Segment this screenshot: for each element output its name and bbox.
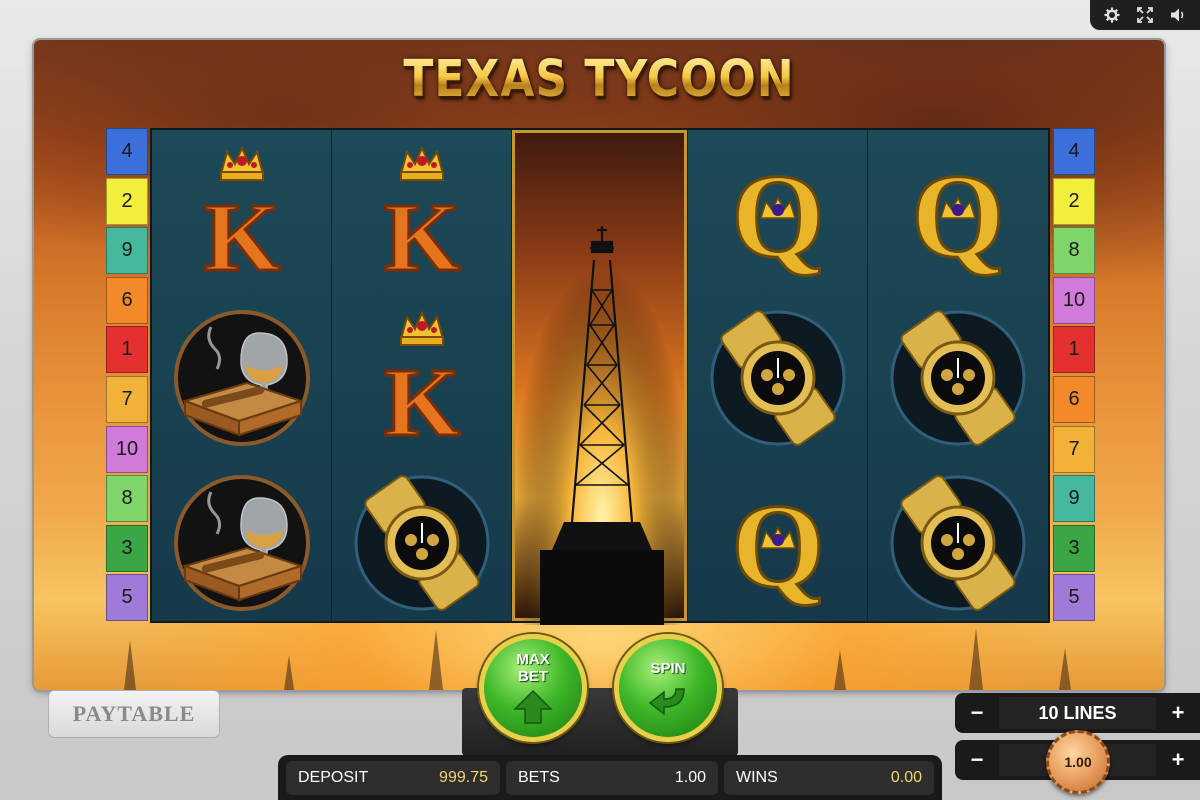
payline-indicator[interactable]: 1 <box>1053 326 1095 374</box>
queen-symbol: Q <box>688 130 868 295</box>
payline-indicator[interactable]: 3 <box>106 524 148 572</box>
payline-indicator[interactable]: 3 <box>1053 524 1095 572</box>
payline-indicators-right: 4 2 8 10 1 6 7 9 3 5 <box>1053 128 1095 624</box>
svg-text:K: K <box>384 349 460 453</box>
payline-indicator[interactable]: 1 <box>106 326 148 374</box>
max-bet-label: MAX BET <box>516 651 550 685</box>
payline-indicator[interactable]: 10 <box>106 425 148 473</box>
gold-watch-symbol <box>868 460 1048 625</box>
wins-value: 0.00 <box>890 768 922 786</box>
payline-indicators-left: 4 2 9 6 1 7 10 8 3 5 <box>106 128 148 624</box>
spin-arrow-icon <box>648 687 685 716</box>
gold-watch-symbol <box>332 460 512 625</box>
payline-indicator[interactable]: 4 <box>1053 128 1095 175</box>
arrow-up-icon <box>513 689 553 724</box>
max-bet-button[interactable]: MAX BET <box>479 634 587 742</box>
bets-value: 1.00 <box>674 768 706 786</box>
reel-5: Q <box>868 130 1048 621</box>
gold-watch-symbol <box>868 295 1048 460</box>
payline-indicator[interactable]: 9 <box>1053 475 1095 523</box>
cigar-cognac-symbol <box>152 295 332 460</box>
reel-2: KK <box>332 130 512 621</box>
reel-4: QQ <box>688 130 868 621</box>
fullscreen-button[interactable] <box>1133 4 1157 26</box>
payline-indicator[interactable]: 2 <box>106 177 148 225</box>
reel-3 <box>512 130 692 625</box>
payline-indicator[interactable]: 10 <box>1053 276 1095 324</box>
deposit-label: DEPOSIT <box>298 768 369 786</box>
reel-1: K <box>152 130 332 621</box>
paytable-button[interactable]: PAYTABLE <box>48 690 220 738</box>
wins-label: WINS <box>735 768 778 786</box>
gear-icon <box>1104 7 1120 23</box>
payline-indicator[interactable]: 5 <box>106 574 148 622</box>
payline-indicator[interactable]: 8 <box>1053 227 1095 275</box>
background-derricks <box>124 628 1071 690</box>
payline-indicator[interactable]: 4 <box>106 128 148 175</box>
sound-button[interactable] <box>1166 4 1190 26</box>
payline-indicator[interactable]: 2 <box>1053 177 1095 225</box>
lines-decrease-button[interactable]: − <box>955 693 999 733</box>
bets-label: BETS <box>517 768 560 786</box>
spin-label: SPIN <box>650 659 686 677</box>
deposit-display: DEPOSIT 999.75 <box>286 760 500 795</box>
king-symbol: K <box>332 295 512 460</box>
payline-indicator[interactable]: 5 <box>1053 574 1095 622</box>
payline-indicator[interactable]: 9 <box>106 227 148 275</box>
sound-icon <box>1170 8 1183 22</box>
queen-symbol: Q <box>688 460 868 625</box>
spin-button[interactable]: SPIN <box>614 634 722 742</box>
king-symbol: K <box>332 130 512 295</box>
game-title: TEXAS TYCOON <box>34 50 1164 109</box>
bet-increase-button[interactable]: + <box>1156 740 1200 780</box>
bet-decrease-button[interactable]: − <box>955 740 999 780</box>
settings-button[interactable] <box>1100 4 1124 26</box>
top-toolbar <box>1090 0 1200 30</box>
cigar-cognac-symbol <box>152 460 332 625</box>
payline-indicator[interactable]: 8 <box>106 475 148 523</box>
king-symbol: K <box>152 130 332 295</box>
fullscreen-icon <box>1137 7 1153 23</box>
wins-display: WINS 0.00 <box>723 760 934 795</box>
lines-value: 10 LINES <box>999 697 1156 729</box>
reel-grid: KKKQQQ <box>150 128 1050 625</box>
payline-indicator[interactable]: 6 <box>106 276 148 324</box>
payline-indicator[interactable]: 7 <box>1053 425 1095 473</box>
payline-indicator[interactable]: 6 <box>1053 375 1095 423</box>
bets-display: BETS 1.00 <box>505 760 718 795</box>
svg-text:K: K <box>204 184 280 288</box>
gold-watch-symbol <box>688 295 868 460</box>
queen-symbol: Q <box>868 130 1048 295</box>
bet-coin[interactable]: 1.00 <box>1046 730 1110 794</box>
deposit-value: 999.75 <box>439 768 488 786</box>
lines-selector: − 10 LINES + <box>955 693 1200 733</box>
lines-increase-button[interactable]: + <box>1156 693 1200 733</box>
svg-text:K: K <box>384 184 460 288</box>
payline-indicator[interactable]: 7 <box>106 375 148 423</box>
info-bar: DEPOSIT 999.75 BETS 1.00 WINS 0.00 <box>278 755 942 800</box>
